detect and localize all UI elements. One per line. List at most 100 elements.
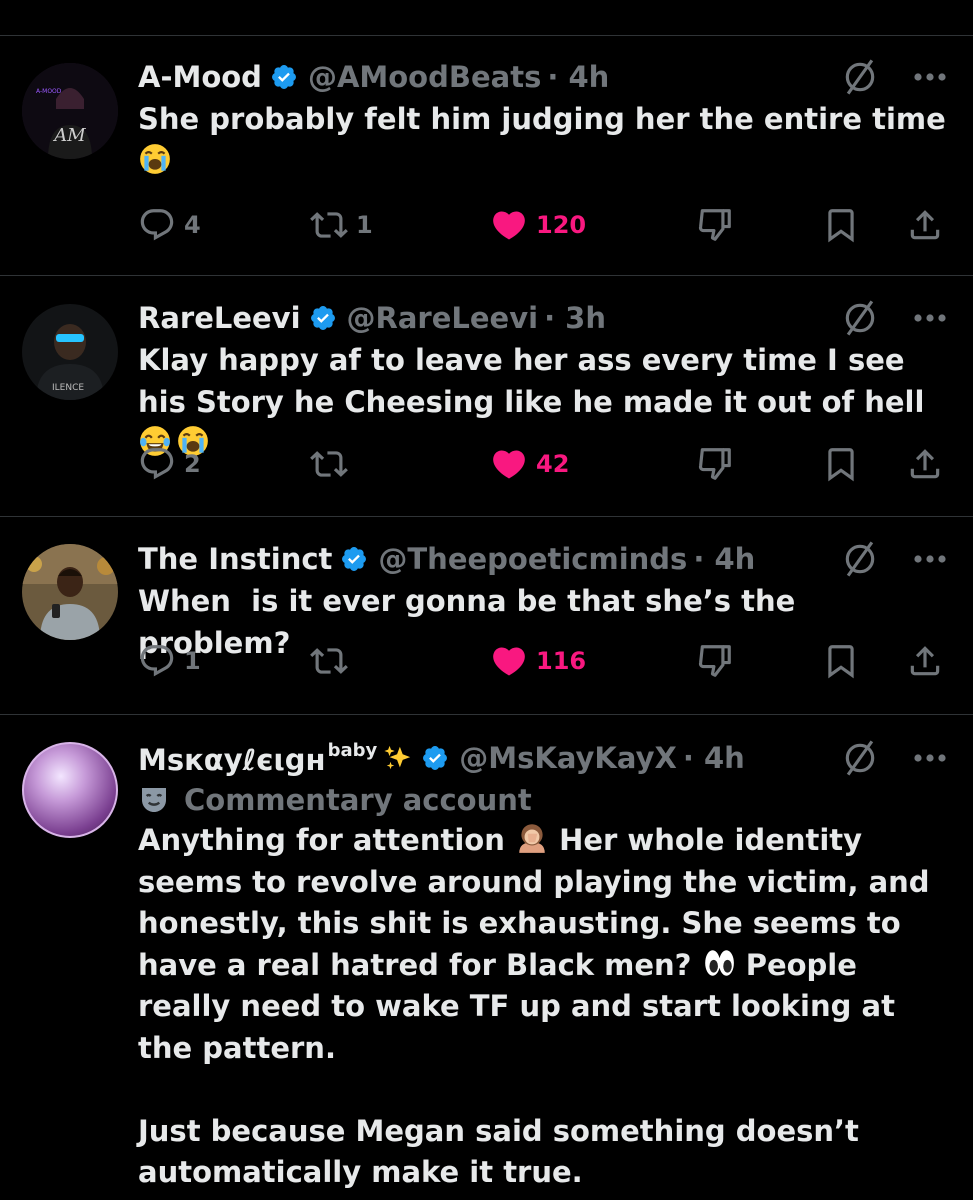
share-icon — [906, 445, 944, 483]
reply-count: 1 — [184, 647, 201, 675]
tweet-actions: 4 1 120 — [138, 203, 948, 247]
tweet[interactable]: Msкαуℓєιgн baby @MsKayKayX · 4h Commentar… — [0, 736, 973, 1200]
commentary-label-text: Commentary account — [184, 783, 532, 817]
timestamp[interactable]: · 4h — [683, 741, 745, 775]
reply-icon — [138, 642, 176, 680]
avatar-label: AM — [52, 125, 86, 146]
display-name[interactable]: The Instinct — [138, 542, 332, 576]
commentary-account-label[interactable]: Commentary account — [138, 780, 947, 820]
loudly-crying-face-icon — [138, 142, 172, 176]
woman-facepalming-icon — [515, 821, 549, 855]
no-symbol-icon[interactable] — [841, 58, 879, 96]
tweet-header: The Instinct @Theepoeticminds · 4h — [138, 537, 947, 581]
bookmark-button[interactable] — [822, 639, 860, 683]
divider — [0, 275, 973, 276]
share-icon — [906, 206, 944, 244]
tweet[interactable]: ILENCE RareLeevi @RareLeevi · 3h Klay ha… — [0, 296, 973, 516]
divider — [0, 516, 973, 517]
like-button[interactable]: 42 — [490, 442, 569, 486]
tweet-text-part1: Anything for attention — [138, 823, 515, 857]
reply-icon — [138, 445, 176, 483]
heart-icon — [490, 642, 528, 680]
timestamp[interactable]: · 4h — [693, 542, 755, 576]
reply-icon — [138, 206, 176, 244]
share-button[interactable] — [906, 442, 944, 486]
like-count: 42 — [536, 450, 570, 478]
bookmark-button[interactable] — [822, 442, 860, 486]
dislike-button[interactable] — [696, 203, 734, 247]
display-name-text: Msкαуℓєιgн — [138, 742, 326, 777]
no-symbol-icon[interactable] — [841, 540, 879, 578]
bookmark-icon — [822, 642, 860, 680]
repost-icon — [310, 642, 348, 680]
tweet-header: RareLeevi @RareLeevi · 3h — [138, 296, 947, 340]
avatar-label: ILENCE — [52, 383, 84, 393]
thumbs-down-icon — [696, 206, 734, 244]
display-name-superscript: baby — [327, 739, 378, 761]
repost-button[interactable] — [310, 639, 356, 683]
verified-badge-icon — [340, 545, 368, 573]
theater-mask-icon — [138, 784, 170, 816]
sparkles-icon — [383, 743, 413, 773]
avatar[interactable] — [22, 544, 118, 640]
heart-icon — [490, 445, 528, 483]
bookmark-icon — [822, 445, 860, 483]
repost-button[interactable] — [310, 442, 356, 486]
share-button[interactable] — [906, 639, 944, 683]
tweet-text-paragraph2: Just because Megan said something doesn’… — [138, 1113, 870, 1190]
no-symbol-icon[interactable] — [841, 299, 879, 337]
reply-button[interactable]: 1 — [138, 639, 201, 683]
like-count: 116 — [536, 647, 587, 675]
heart-icon — [490, 206, 528, 244]
like-count: 120 — [536, 211, 587, 239]
display-name[interactable]: A-Mood — [138, 60, 262, 94]
more-icon[interactable] — [913, 72, 947, 82]
verified-badge-icon — [421, 744, 449, 772]
like-button[interactable]: 120 — [490, 203, 586, 247]
more-icon[interactable] — [913, 554, 947, 564]
divider — [0, 714, 973, 715]
tweet-actions: 2 42 — [138, 442, 948, 486]
no-symbol-icon[interactable] — [841, 739, 879, 777]
verified-badge-icon — [270, 63, 298, 91]
user-handle[interactable]: @Theepoeticminds — [378, 542, 687, 576]
repost-icon — [310, 445, 348, 483]
thumbs-down-icon — [696, 642, 734, 680]
tweet-text: Anything for attention Her whole identit… — [138, 820, 947, 1194]
bookmark-icon — [822, 206, 860, 244]
share-button[interactable] — [906, 203, 944, 247]
dislike-button[interactable] — [696, 442, 734, 486]
dislike-button[interactable] — [696, 639, 734, 683]
tweet-text: She probably felt him judging her the en… — [138, 99, 947, 182]
tweet[interactable]: The Instinct @Theepoeticminds · 4h When … — [0, 537, 973, 715]
thumbs-down-icon — [696, 445, 734, 483]
user-handle[interactable]: @AMoodBeats — [308, 60, 541, 94]
divider — [0, 35, 973, 36]
reply-button[interactable]: 4 — [138, 203, 201, 247]
repost-icon — [310, 206, 348, 244]
tweet-text-body: Klay happy af to leave her ass every tim… — [138, 343, 925, 419]
timestamp[interactable]: · 3h — [544, 301, 606, 335]
reply-feed: AM A-MOOD A-Mood @AMoodBeats · 4h She pr… — [0, 0, 973, 1200]
reply-count: 4 — [184, 211, 201, 239]
avatar[interactable] — [22, 742, 118, 838]
tweet-actions: 1 116 — [138, 639, 948, 683]
avatar[interactable]: AM A-MOOD — [22, 63, 118, 159]
more-icon[interactable] — [913, 753, 947, 763]
timestamp[interactable]: · 4h — [547, 60, 609, 94]
repost-button[interactable]: 1 — [310, 203, 373, 247]
verified-badge-icon — [309, 304, 337, 332]
tweet[interactable]: AM A-MOOD A-Mood @AMoodBeats · 4h She pr… — [0, 55, 973, 275]
user-handle[interactable]: @RareLeevi — [347, 301, 539, 335]
user-handle[interactable]: @MsKayKayX — [459, 741, 677, 775]
avatar[interactable]: ILENCE — [22, 304, 118, 400]
bookmark-button[interactable] — [822, 203, 860, 247]
tweet-text-body: She probably felt him judging her the en… — [138, 102, 946, 136]
reply-button[interactable]: 2 — [138, 442, 201, 486]
display-name[interactable]: Msкαуℓєιgн baby — [138, 740, 377, 777]
like-button[interactable]: 116 — [490, 639, 586, 683]
more-icon[interactable] — [913, 313, 947, 323]
repost-count: 1 — [356, 211, 373, 239]
reply-count: 2 — [184, 450, 201, 478]
display-name[interactable]: RareLeevi — [138, 301, 301, 335]
